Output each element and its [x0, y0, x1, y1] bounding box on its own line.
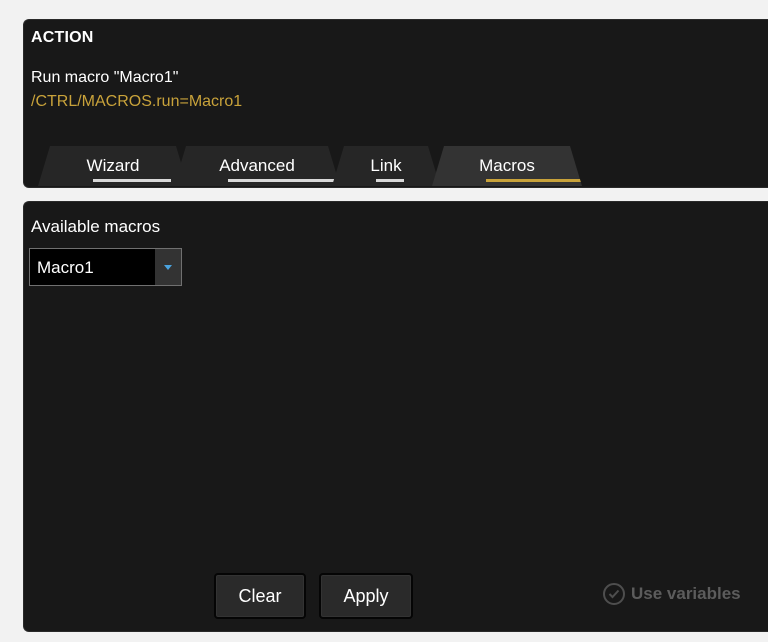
tab-wizard-indicator [93, 179, 171, 182]
tab-wizard[interactable]: Wizard [38, 146, 188, 186]
tab-macros[interactable]: Macros [432, 146, 582, 186]
macro-select-value: Macro1 [37, 258, 94, 277]
action-command: /CTRL/MACROS.run=Macro1 [31, 93, 243, 110]
tab-wizard-label: Wizard [86, 156, 140, 175]
use-variables-label: Use variables [631, 584, 741, 603]
macro-select[interactable]: Macro1 [29, 248, 182, 286]
tab-advanced[interactable]: Advanced [174, 146, 340, 186]
tab-link-label: Link [370, 156, 402, 175]
tab-macros-label: Macros [479, 156, 535, 175]
clear-button[interactable]: Clear [214, 573, 306, 619]
use-variables-toggle[interactable]: Use variables [603, 581, 741, 607]
tab-advanced-indicator [228, 179, 340, 182]
action-description: Run macro "Macro1" [31, 69, 179, 86]
tab-advanced-label: Advanced [219, 156, 295, 175]
apply-button[interactable]: Apply [319, 573, 413, 619]
chevron-down-icon[interactable] [155, 249, 181, 285]
tab-link[interactable]: Link [332, 146, 440, 186]
available-macros-label: Available macros [31, 217, 161, 236]
action-title: ACTION [31, 29, 94, 46]
tab-link-indicator [376, 179, 404, 182]
check-circle-icon [603, 583, 625, 605]
tab-macros-indicator [486, 179, 582, 182]
